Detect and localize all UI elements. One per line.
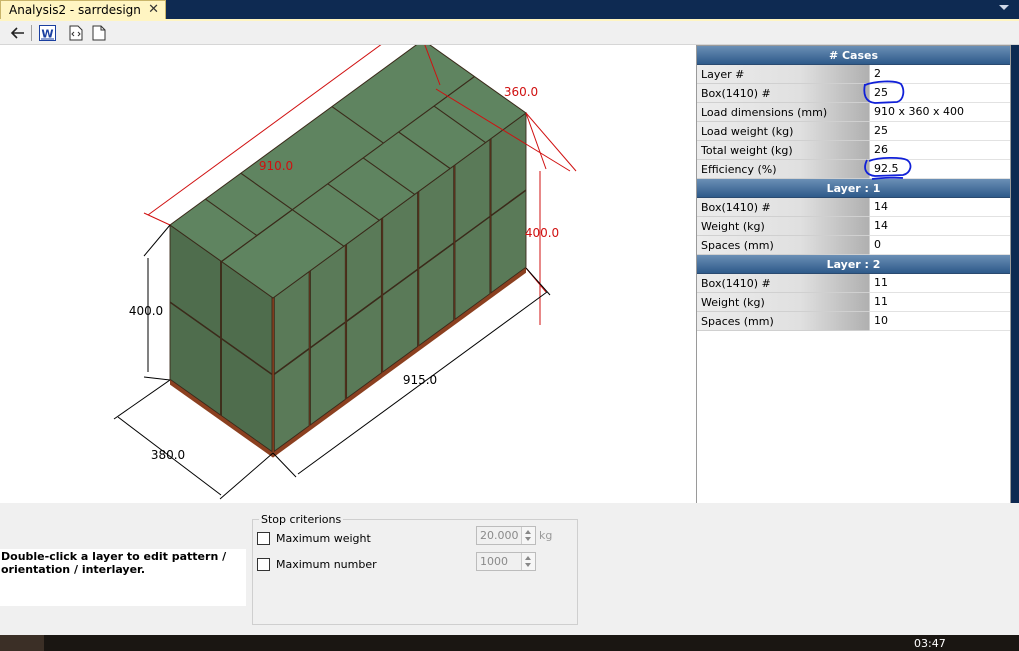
max-weight-unit: kg	[539, 529, 553, 542]
property-row[interactable]: Box(1410) #14	[697, 198, 1010, 217]
property-value[interactable]: 0	[869, 236, 1010, 255]
dim-width-label: 360.0	[504, 85, 538, 99]
property-value[interactable]: 14	[869, 217, 1010, 236]
max-number-row: Maximum number	[257, 556, 377, 572]
property-value[interactable]: 92.5	[869, 160, 1010, 179]
bottom-panel: Double-click a layer to edit pattern / o…	[0, 503, 1019, 635]
3d-viewport[interactable]: 910.0 360.0 400.0 400.0 915.0 380.0	[0, 45, 696, 503]
document-tab[interactable]: Analysis2 - sarrdesign ✕	[0, 0, 166, 19]
property-row[interactable]: Spaces (mm) 0	[697, 236, 1010, 255]
properties-grid[interactable]: # Cases Layer #2 Box(1410) #25 Load dimensi…	[696, 45, 1011, 504]
chevron-down-icon[interactable]	[999, 5, 1009, 10]
property-label: Box(1410) #	[697, 274, 869, 293]
max-weight-checkbox[interactable]	[257, 531, 270, 545]
property-value[interactable]: 910 x 360 x 400	[869, 103, 1010, 122]
dim-extension	[113, 379, 171, 420]
max-weight-input[interactable]: 20.000	[476, 526, 536, 545]
max-weight-label: Maximum weight	[276, 531, 371, 545]
property-value[interactable]: 2	[869, 65, 1010, 84]
layer1-section-header[interactable]: Layer : 1	[697, 179, 1010, 198]
property-label: Box(1410) #	[697, 84, 869, 103]
property-row[interactable]: Layer #2	[697, 65, 1010, 84]
max-number-spinner[interactable]	[521, 553, 535, 570]
property-row[interactable]: Box(1410) #11	[697, 274, 1010, 293]
close-icon[interactable]: ✕	[148, 2, 159, 17]
max-number-checkbox[interactable]	[257, 557, 270, 571]
property-row[interactable]: Spaces (mm) 10	[697, 312, 1010, 331]
dim-extension	[143, 212, 171, 226]
property-row[interactable]: Weight (kg) 11	[697, 293, 1010, 312]
dim-extension	[525, 112, 577, 172]
dim-extension	[143, 376, 171, 381]
taskbar: 03:47	[0, 635, 1019, 651]
property-value[interactable]: 11	[869, 293, 1010, 312]
property-row[interactable]: Load dimensions (mm) 910 x 360 x 400	[697, 103, 1010, 122]
dim-extension	[272, 452, 297, 478]
max-number-label: Maximum number	[276, 557, 377, 571]
property-label: Layer #	[697, 65, 869, 84]
dim-length-label: 910.0	[259, 159, 293, 173]
dim-extension	[143, 224, 171, 257]
property-row[interactable]: Efficiency (%) 92.5	[697, 160, 1010, 179]
property-value[interactable]: 26	[869, 141, 1010, 160]
property-row[interactable]: Weight (kg) 14	[697, 217, 1010, 236]
dim-extension	[219, 452, 274, 500]
dim-outer-width-label: 380.0	[151, 448, 185, 462]
document-icon[interactable]	[90, 24, 108, 42]
property-label: Total weight (kg)	[697, 141, 869, 160]
instruction-text: Double-click a layer to edit pattern / o…	[0, 549, 246, 606]
document-tab-title: Analysis2 - sarrdesign	[9, 3, 141, 17]
back-arrow-icon[interactable]	[8, 24, 26, 42]
cases-section-header[interactable]: # Cases	[697, 46, 1010, 65]
dim-outer-length-label: 915.0	[403, 373, 437, 387]
property-row[interactable]: Load weight (kg) 25	[697, 122, 1010, 141]
pallet-3d-view[interactable]: 910.0 360.0 400.0 400.0 915.0 380.0	[0, 45, 696, 503]
property-label: Efficiency (%)	[697, 160, 869, 179]
tray-clock: 03:47	[914, 637, 946, 650]
stop-criterions-group: Stop criterions Maximum weight 20.000 kg…	[252, 513, 578, 625]
max-number-input[interactable]: 1000	[476, 552, 536, 571]
property-value[interactable]: 25	[869, 84, 1010, 103]
export-code-icon[interactable]	[67, 24, 85, 42]
max-weight-spinner[interactable]	[521, 527, 535, 544]
dim-height-right-label: 400.0	[525, 226, 559, 240]
dim-height-left-label: 400.0	[129, 304, 163, 318]
property-row[interactable]: Box(1410) #25	[697, 84, 1010, 103]
property-value[interactable]: 10	[869, 312, 1010, 331]
property-row[interactable]: Total weight (kg) 26	[697, 141, 1010, 160]
toolbar: W	[0, 21, 1019, 45]
property-value[interactable]: 11	[869, 274, 1010, 293]
stop-criterions-title: Stop criterions	[259, 513, 344, 526]
document-tab-bar: Analysis2 - sarrdesign ✕	[0, 0, 1019, 19]
property-label: Spaces (mm)	[697, 312, 869, 331]
word-export-icon[interactable]: W	[38, 24, 56, 42]
toolbar-separator	[31, 25, 32, 41]
dim-extension	[525, 112, 547, 170]
property-value[interactable]: 14	[869, 198, 1010, 217]
start-button[interactable]	[0, 635, 44, 651]
property-label: Weight (kg)	[697, 293, 869, 312]
layer2-section-header[interactable]: Layer : 2	[697, 255, 1010, 274]
max-weight-value: 20.000	[480, 529, 519, 542]
property-label: Load weight (kg)	[697, 122, 869, 141]
property-label: Spaces (mm)	[697, 236, 869, 255]
max-number-value: 1000	[480, 555, 508, 568]
property-value[interactable]: 25	[869, 122, 1010, 141]
property-label: Weight (kg)	[697, 217, 869, 236]
property-label: Box(1410) #	[697, 198, 869, 217]
property-label: Load dimensions (mm)	[697, 103, 869, 122]
dim-extension	[525, 267, 551, 296]
max-weight-row: Maximum weight	[257, 530, 371, 546]
